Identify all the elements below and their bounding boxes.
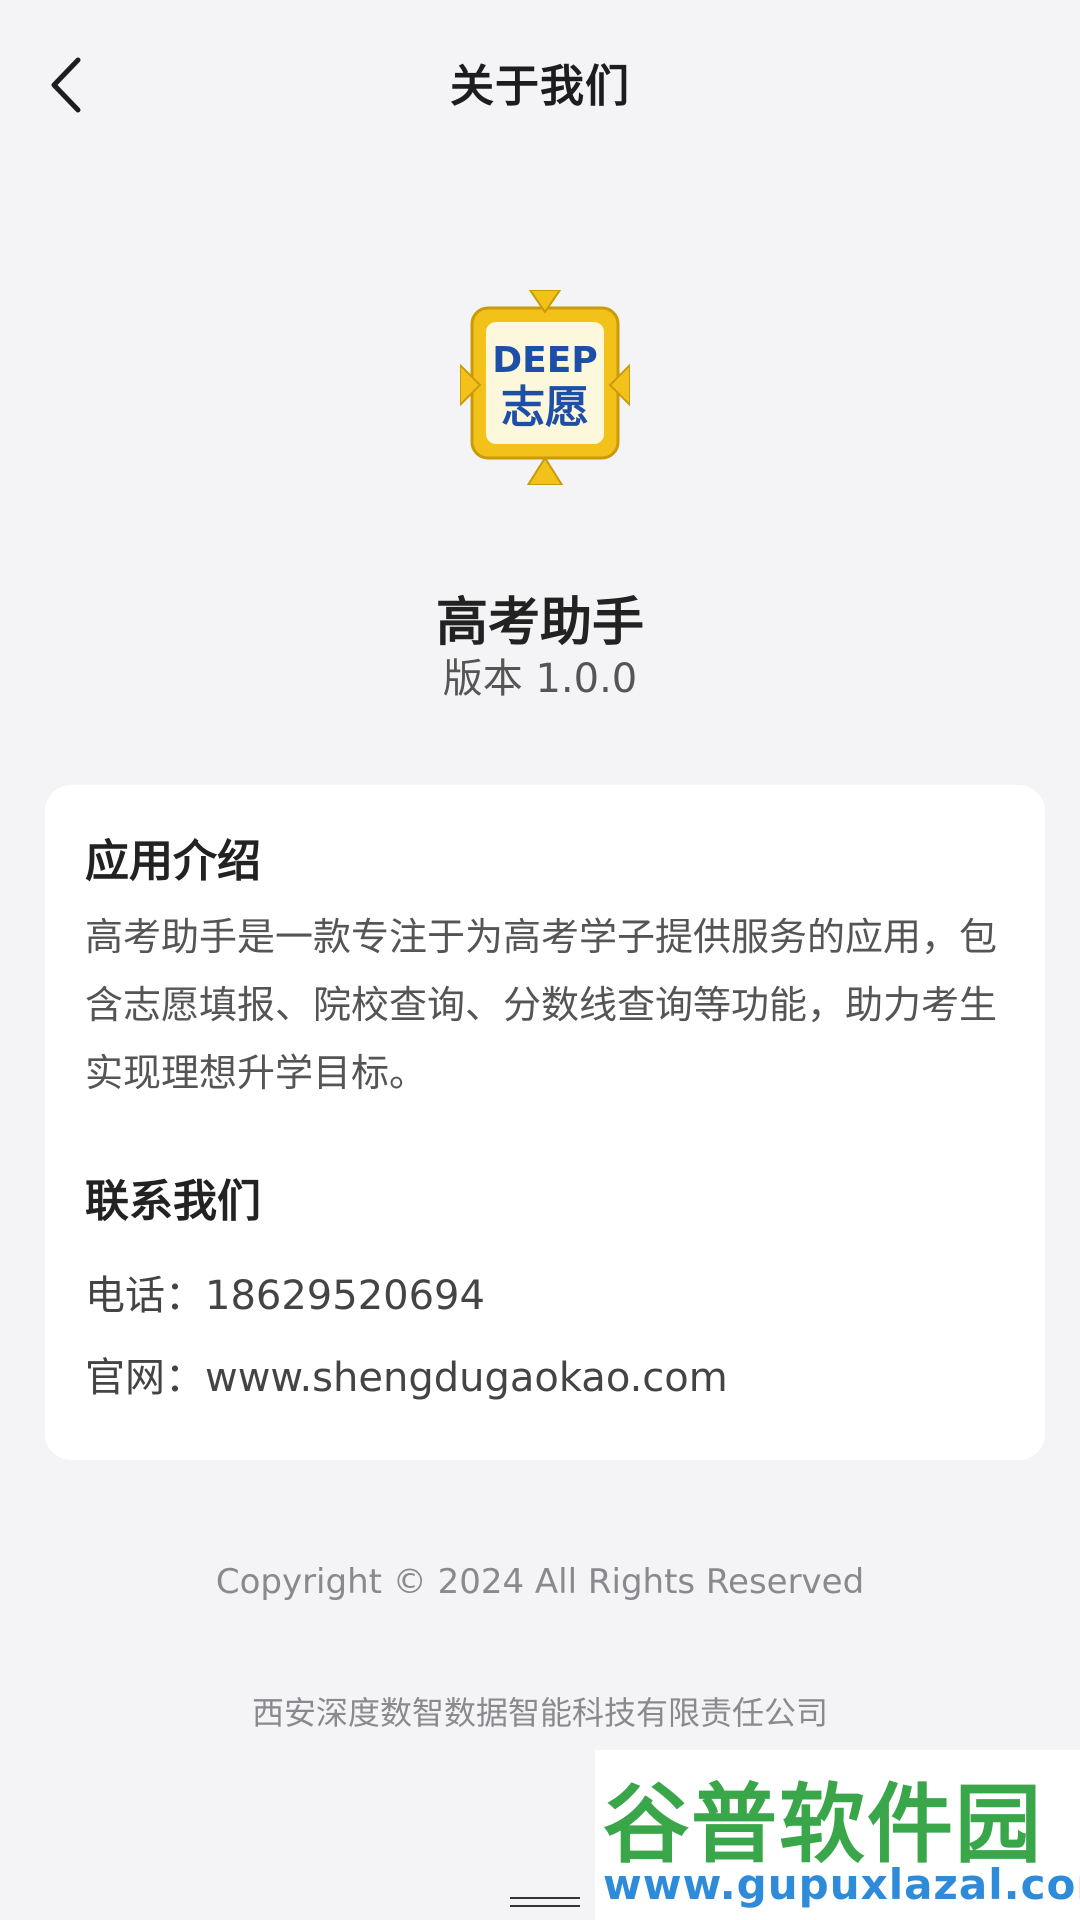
app-version: 版本 1.0.0 [442, 656, 638, 702]
intro-line: 高考助手是一款专注于为高考学子提供服务的应用，包 [85, 915, 998, 959]
intro-line: 含志愿填报、院校查询、分数线查询等功能，助力考生 [85, 983, 998, 1027]
intro-title: 应用介绍 [85, 836, 261, 887]
contact-title: 联系我们 [85, 1176, 261, 1227]
company-name: 西安深度数智数据智能科技有限责任公司 [251, 1694, 828, 1732]
svg-text:志愿: 志愿 [501, 382, 589, 433]
phone-number[interactable]: 电话：18629520694 [85, 1263, 485, 1321]
app-logo: DEEP 志愿 [459, 289, 631, 486]
watermark-url: www.gupuxlazal.com [603, 1860, 1080, 1909]
top-bar: 关于我们 [0, 0, 1080, 170]
page-title: 关于我们 [450, 61, 630, 112]
intro-line: 实现理想升学目标。 [85, 1051, 428, 1095]
info-card: 应用介绍 高考助手是一款专注于为高考学子提供服务的应用，包 含志愿填报、院校查询… [45, 785, 1045, 1460]
copyright-text: Copyright © 2024 All Rights Reserved [215, 1562, 865, 1602]
svg-text:DEEP: DEEP [492, 340, 597, 381]
home-indicator-icon [510, 1897, 580, 1907]
website-link[interactable]: 官网：www.shengdugaokao.com [85, 1345, 728, 1403]
intro-text: 高考助手是一款专注于为高考学子提供服务的应用，包 含志愿填报、院校查询、分数线查… [85, 903, 1010, 1107]
app-name: 高考助手 [435, 593, 644, 653]
watermark: 谷普软件园 www.gupuxlazal.com [595, 1750, 1080, 1920]
